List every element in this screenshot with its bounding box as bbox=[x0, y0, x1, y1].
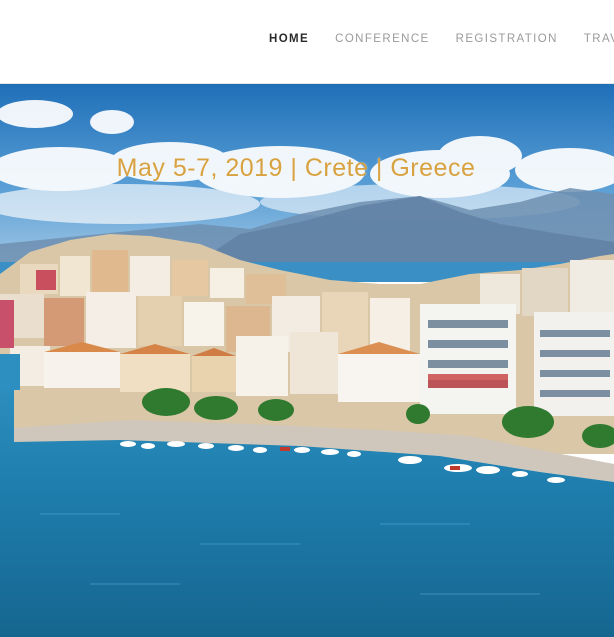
nav-item-home[interactable]: HOME bbox=[269, 33, 309, 45]
nav-item-registration[interactable]: REGISTRATION bbox=[456, 33, 558, 45]
nav-item-travel[interactable]: TRAVEL bbox=[584, 33, 614, 45]
site-header: HOME CONFERENCE REGISTRATION TRAVEL bbox=[0, 0, 614, 84]
main-nav: HOME CONFERENCE REGISTRATION TRAVEL bbox=[269, 33, 614, 45]
nav-item-conference[interactable]: CONFERENCE bbox=[335, 33, 430, 45]
event-tagline: May 5-7, 2019 | Crete | Greece bbox=[116, 154, 476, 182]
hero-banner: May 5-7, 2019 | Crete | Greece bbox=[0, 84, 614, 637]
page: HOME CONFERENCE REGISTRATION TRAVEL bbox=[0, 0, 614, 637]
left-water bbox=[0, 354, 20, 390]
